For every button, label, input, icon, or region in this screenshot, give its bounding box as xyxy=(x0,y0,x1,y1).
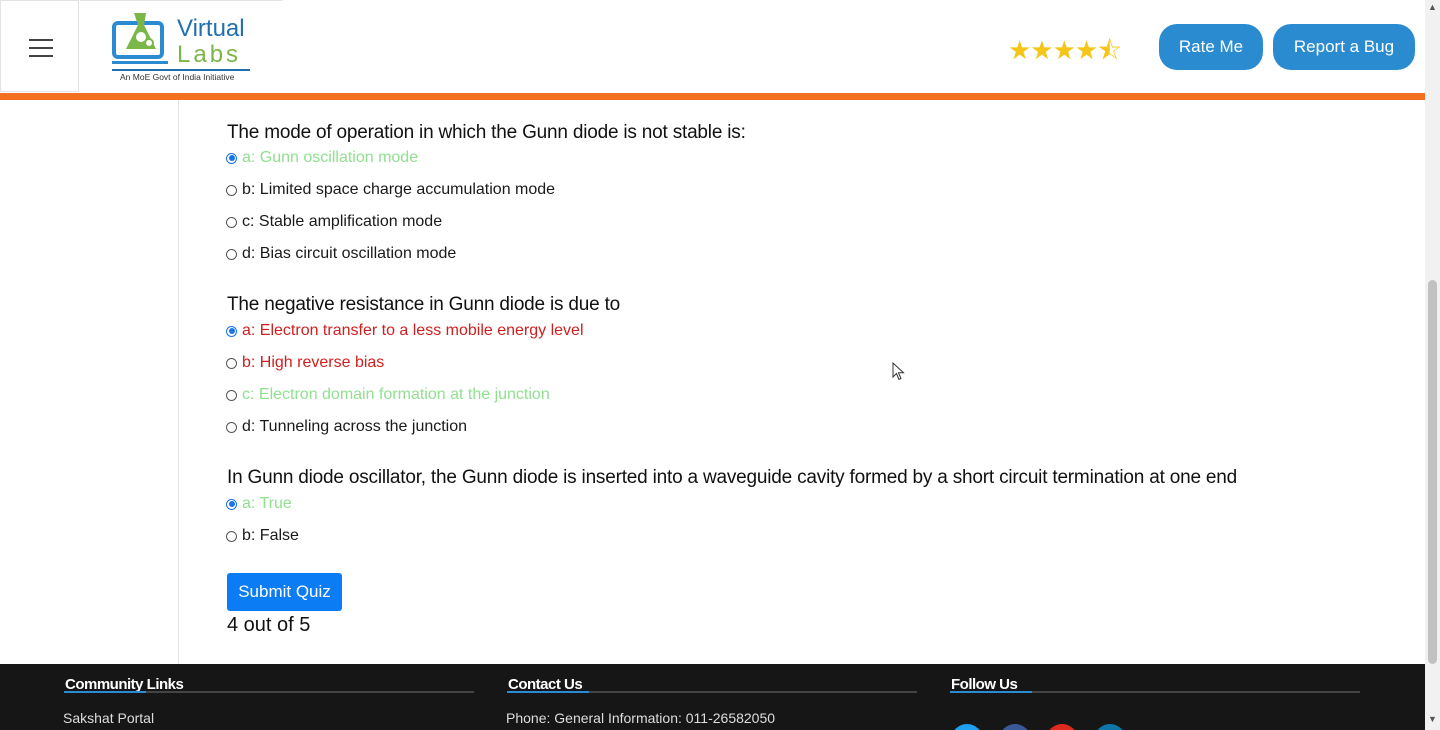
youtube-icon[interactable] xyxy=(1046,724,1078,730)
footer-rule xyxy=(507,691,917,693)
footer-rule-accent xyxy=(950,691,1032,693)
footer-rule xyxy=(64,691,474,693)
quiz-option[interactable]: a: Gunn oscillation mode xyxy=(226,148,418,168)
option-label: c: Electron domain formation at the junc… xyxy=(242,386,550,403)
quiz-option[interactable]: c: Stable amplification mode xyxy=(226,212,442,232)
radio-button[interactable] xyxy=(226,498,237,510)
hamburger-menu-icon xyxy=(29,39,53,41)
quiz-option[interactable]: a: True xyxy=(226,494,292,514)
quiz-option[interactable]: b: Limited space charge accumulation mod… xyxy=(226,180,555,200)
twitter-icon[interactable] xyxy=(951,724,983,730)
quiz-score: 4 out of 5 xyxy=(227,614,311,636)
radio-button[interactable] xyxy=(226,152,237,164)
sidebar-divider xyxy=(178,100,179,664)
radio-button[interactable] xyxy=(226,421,237,433)
scroll-up-arrow-icon[interactable]: ▲ xyxy=(1428,2,1437,12)
logo-underline xyxy=(112,69,250,71)
quiz-option[interactable]: b: High reverse bias xyxy=(226,353,384,373)
option-label: a: True xyxy=(242,495,292,512)
option-label: b: High reverse bias xyxy=(242,354,385,371)
rate-me-button[interactable]: Rate Me xyxy=(1159,24,1263,70)
header-accent-bar xyxy=(0,93,1425,100)
question-title: The negative resistance in Gunn diode is… xyxy=(227,294,621,315)
option-label: a: Electron transfer to a less mobile en… xyxy=(242,322,584,339)
question-title: The mode of operation in which the Gunn … xyxy=(227,122,746,143)
footer-link-sakshat[interactable]: Sakshat Portal xyxy=(63,710,154,726)
quiz-option[interactable]: b: False xyxy=(226,526,299,546)
radio-button[interactable] xyxy=(226,248,237,260)
linkedin-icon[interactable] xyxy=(1094,724,1126,730)
question-title: In Gunn diode oscillator, the Gunn diode… xyxy=(227,467,1238,488)
hamburger-bar xyxy=(29,55,53,57)
option-label: d: Tunneling across the junction xyxy=(242,418,468,435)
radio-button[interactable] xyxy=(226,530,237,542)
footer-contact-phone: Phone: General Information: 011-26582050 xyxy=(506,710,776,726)
footer-rule xyxy=(950,691,1360,693)
option-label: b: False xyxy=(242,527,299,544)
virtual-labs-logo[interactable]: Virtual Labs An MoE Govt of India Initia… xyxy=(80,0,283,92)
facebook-icon[interactable] xyxy=(999,724,1031,730)
submit-quiz-button[interactable]: Submit Quiz xyxy=(227,573,342,611)
footer-rule-accent xyxy=(507,691,589,693)
option-label: b: Limited space charge accumulation mod… xyxy=(242,181,556,198)
option-label: d: Bias circuit oscillation mode xyxy=(242,245,457,262)
radio-button[interactable] xyxy=(226,389,237,401)
hamburger-menu-button[interactable] xyxy=(0,0,79,92)
quiz-option[interactable]: d: Tunneling across the junction xyxy=(226,417,467,437)
quiz-option[interactable]: d: Bias circuit oscillation mode xyxy=(226,244,456,264)
quiz-option[interactable]: a: Electron transfer to a less mobile en… xyxy=(226,321,584,341)
logo-tagline: An MoE Govt of India Initiative xyxy=(120,72,235,82)
quiz-option[interactable]: c: Electron domain formation at the junc… xyxy=(226,385,550,405)
footer-rule-accent xyxy=(64,691,146,693)
rating-stars: ★★★★⯪ xyxy=(1008,35,1122,65)
scrollbar-thumb[interactable] xyxy=(1428,280,1437,664)
top-header: Virtual Labs An MoE Govt of India Initia… xyxy=(0,0,1425,93)
page-footer: Community Links Sakshat Portal Contact U… xyxy=(0,664,1425,730)
hamburger-bar xyxy=(29,47,53,49)
logo-text-labs: Labs xyxy=(177,41,242,68)
radio-button[interactable] xyxy=(226,216,237,228)
scroll-down-arrow-icon[interactable]: ▼ xyxy=(1428,714,1437,724)
radio-button[interactable] xyxy=(226,325,237,337)
radio-button[interactable] xyxy=(226,357,237,369)
option-label: c: Stable amplification mode xyxy=(242,213,443,230)
lab-flask-icon xyxy=(112,13,168,64)
logo-text-virtual: Virtual xyxy=(177,15,245,42)
radio-button[interactable] xyxy=(226,184,237,196)
option-label: a: Gunn oscillation mode xyxy=(242,149,419,166)
report-bug-button[interactable]: Report a Bug xyxy=(1273,24,1415,70)
mouse-cursor-icon xyxy=(892,362,905,381)
